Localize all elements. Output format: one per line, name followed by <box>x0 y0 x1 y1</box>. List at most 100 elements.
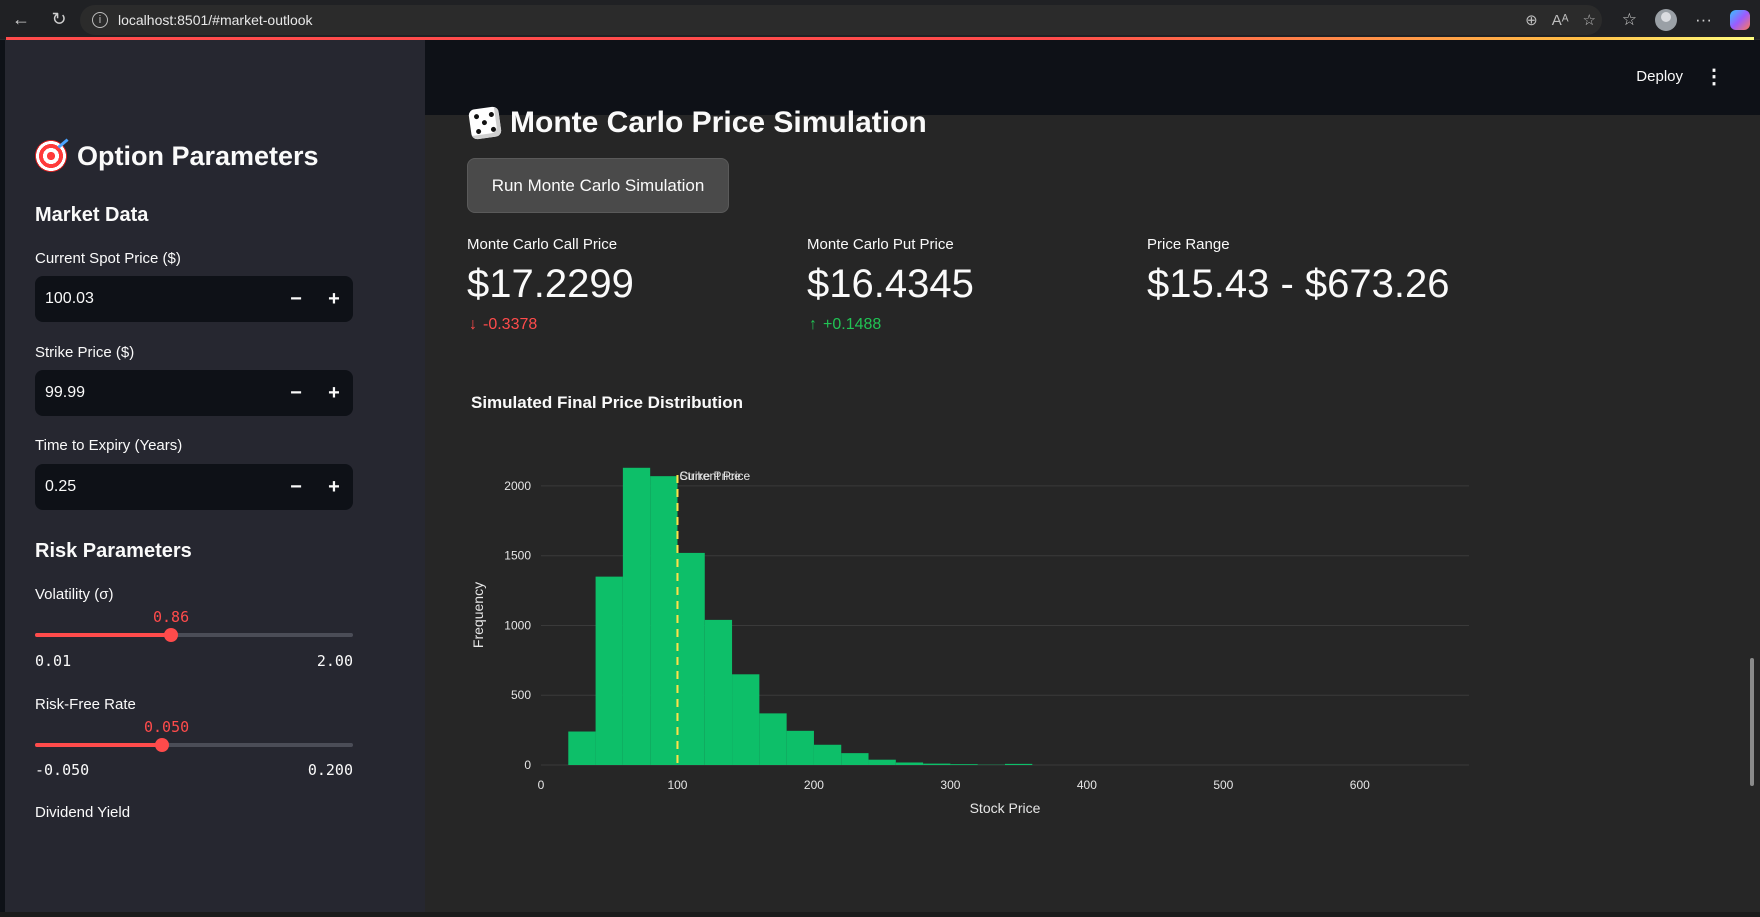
sidebar-title: Option Parameters <box>35 140 319 172</box>
histogram-bar <box>622 467 651 765</box>
app-header: Deploy ⋮ <box>425 40 1760 115</box>
expiry-increment-button[interactable]: + <box>315 464 353 510</box>
histogram-bar <box>677 552 705 765</box>
run-simulation-button[interactable]: Run Monte Carlo Simulation <box>467 158 729 213</box>
volatility-value: 0.86 <box>153 608 190 626</box>
histogram-bar <box>813 744 842 765</box>
y-tick-label: 2000 <box>504 479 531 493</box>
sidebar-title-text: Option Parameters <box>77 140 319 171</box>
metric-call-delta: ↓ -0.3378 <box>469 316 537 334</box>
histogram-bar <box>895 762 924 765</box>
dividend-yield-label: Dividend Yield <box>35 804 131 821</box>
read-aloud-icon[interactable]: Aᴬ <box>1552 12 1569 29</box>
histogram-bar <box>923 763 951 765</box>
x-tick-label: 0 <box>538 778 545 792</box>
deploy-button[interactable]: Deploy <box>1636 68 1683 85</box>
browser-toolbar: ← ↻ i localhost:8501/#market-outlook ⊕ A… <box>0 0 1760 40</box>
copilot-icon[interactable] <box>1730 10 1750 30</box>
histogram-bar <box>786 730 814 765</box>
spot-price-value[interactable]: 100.03 <box>35 290 277 308</box>
volatility-slider[interactable] <box>35 628 353 642</box>
sidebar: Option Parameters Market Data Current Sp… <box>5 40 425 917</box>
expiry-value[interactable]: 0.25 <box>35 478 277 496</box>
page-title-text: Monte Carlo Price Simulation <box>510 106 927 139</box>
metric-put-delta: ↑ +0.1488 <box>809 316 881 334</box>
target-icon <box>35 140 67 172</box>
histogram-bar <box>650 476 678 765</box>
profile-avatar-icon[interactable] <box>1655 9 1678 31</box>
arrow-up-icon: ↑ <box>809 316 817 333</box>
rate-value: 0.050 <box>144 718 190 736</box>
y-tick-label: 0 <box>524 758 531 772</box>
favorites-icon[interactable]: ☆ <box>1622 10 1637 30</box>
x-tick-label: 100 <box>667 778 687 792</box>
spot-decrement-button[interactable]: − <box>277 276 315 322</box>
x-tick-label: 500 <box>1213 778 1233 792</box>
spot-increment-button[interactable]: + <box>315 276 353 322</box>
metric-range-value: $15.43 - $673.26 <box>1147 262 1450 306</box>
histogram-bar <box>841 753 869 765</box>
metric-call-value: $17.2299 <box>467 262 634 306</box>
favorite-star-icon[interactable]: ☆ <box>1583 11 1596 29</box>
histogram-bar <box>732 674 760 765</box>
y-tick-label: 500 <box>511 688 531 702</box>
x-tick-label: 200 <box>804 778 824 792</box>
expiry-input[interactable]: 0.25 − + <box>35 464 353 510</box>
metric-put-delta-text: +0.1488 <box>823 316 882 333</box>
metric-call-label: Monte Carlo Call Price <box>467 236 618 253</box>
rate-slider-fill <box>35 743 162 747</box>
spot-price-label: Current Spot Price ($) <box>35 250 181 267</box>
histogram-bar <box>595 576 623 765</box>
url-text: localhost:8501/#market-outlook <box>118 12 313 28</box>
volatility-slider-thumb[interactable] <box>164 628 178 642</box>
chart-title: Simulated Final Price Distribution <box>471 393 744 412</box>
strike-price-input[interactable]: 99.99 − + <box>35 370 353 416</box>
rate-label: Risk-Free Rate <box>35 696 136 713</box>
y-axis-label: Frequency <box>470 582 486 648</box>
annotation-label: Strike Price <box>679 469 741 483</box>
rate-min: -0.050 <box>35 761 90 779</box>
histogram-bar <box>950 764 978 765</box>
histogram-bar <box>759 713 787 765</box>
market-data-heading: Market Data <box>35 204 149 226</box>
site-info-icon[interactable]: i <box>92 12 108 28</box>
metric-put-label: Monte Carlo Put Price <box>807 236 954 253</box>
risk-parameters-heading: Risk Parameters <box>35 540 192 562</box>
expiry-decrement-button[interactable]: − <box>277 464 315 510</box>
page-title: Monte Carlo Price Simulation <box>468 106 927 140</box>
strike-price-label: Strike Price ($) <box>35 344 135 361</box>
price-distribution-chart[interactable]: 05001000150020000 100 200 300 400 500 600Curre… <box>465 455 1485 817</box>
rate-slider-thumb[interactable] <box>155 738 169 752</box>
histogram-bar <box>704 619 733 765</box>
metric-call-delta-text: -0.3378 <box>483 316 538 333</box>
die-icon <box>468 106 502 140</box>
spot-price-input[interactable]: 100.03 − + <box>35 276 353 322</box>
rate-max: 0.200 <box>307 761 353 779</box>
metric-put-value: $16.4345 <box>807 262 974 306</box>
y-tick-label: 1500 <box>504 549 531 563</box>
more-options-icon[interactable]: ··· <box>1695 10 1712 30</box>
volatility-label: Volatility (σ) <box>35 586 114 603</box>
y-tick-label: 1000 <box>504 618 531 632</box>
strike-price-value[interactable]: 99.99 <box>35 384 277 402</box>
back-arrow-icon[interactable]: ← <box>4 3 38 37</box>
histogram-bar <box>1005 763 1033 765</box>
arrow-down-icon: ↓ <box>469 316 477 333</box>
scrollbar[interactable] <box>1750 658 1754 786</box>
kebab-menu-icon[interactable]: ⋮ <box>1704 64 1724 89</box>
window-bottom-edge <box>0 912 1760 917</box>
x-tick-label: 600 <box>1350 778 1370 792</box>
expiry-label: Time to Expiry (Years) <box>35 437 183 454</box>
address-bar[interactable]: i localhost:8501/#market-outlook ⊕ Aᴬ ☆ <box>80 5 1602 35</box>
zoom-icon[interactable]: ⊕ <box>1525 11 1538 29</box>
strike-increment-button[interactable]: + <box>315 370 353 416</box>
rate-slider[interactable] <box>35 738 353 752</box>
x-tick-label: 300 <box>940 778 960 792</box>
histogram-bar <box>868 759 896 765</box>
histogram-bar <box>568 731 596 765</box>
volatility-max: 2.00 <box>316 652 353 670</box>
x-axis-label: Stock Price <box>970 800 1041 816</box>
reload-icon[interactable]: ↻ <box>42 3 76 37</box>
volatility-min: 0.01 <box>35 652 72 670</box>
strike-decrement-button[interactable]: − <box>277 370 315 416</box>
